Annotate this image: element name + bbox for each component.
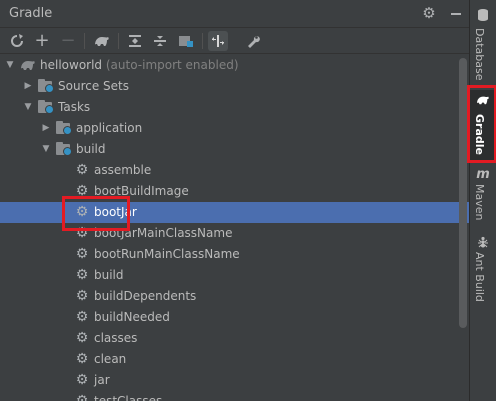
highlight-box-gradle-tab [467, 85, 496, 163]
task-gear-icon: ⚙ [75, 393, 89, 401]
expand-arrow-icon[interactable]: ▼ [40, 139, 52, 160]
project-node-helloworld[interactable]: ▼ helloworld (auto-import enabled) [0, 55, 469, 76]
refresh-icon[interactable] [7, 31, 27, 51]
project-name: helloworld [40, 58, 103, 72]
task-node[interactable]: ⚙ bootRunMainClassName [0, 244, 469, 265]
gradle-toolbar: + − [0, 28, 469, 54]
ant-icon [476, 236, 490, 250]
tool-window-header: Gradle ⚙ [0, 0, 469, 28]
tree-node-label: testClasses [94, 394, 163, 401]
add-icon[interactable]: + [32, 31, 52, 51]
expand-all-icon[interactable] [125, 31, 145, 51]
tree-node-label: assemble [94, 163, 152, 177]
task-node[interactable]: ⚙ buildDependents [0, 286, 469, 307]
task-gear-icon: ⚙ [75, 162, 89, 178]
collapse-all-icon[interactable] [150, 31, 170, 51]
tree-node-label: Source Sets [58, 79, 129, 93]
task-node[interactable]: ⚙ classes [0, 328, 469, 349]
project-label: helloworld (auto-import enabled) [40, 55, 239, 76]
execute-task-icon[interactable] [92, 31, 112, 51]
right-tool-sidebar: Database Gradle m Maven Ant Build [469, 0, 496, 401]
auto-import-note: (auto-import enabled) [105, 58, 239, 72]
gradle-elephant-icon [20, 58, 36, 73]
tool-window-title: Gradle [9, 6, 53, 21]
tree-node-label: application [76, 121, 143, 135]
tab-ant-build[interactable]: Ant Build [470, 234, 496, 304]
task-folder-icon [56, 121, 72, 135]
task-node[interactable]: ⚙ testClasses [0, 391, 469, 401]
task-gear-icon: ⚙ [75, 288, 89, 304]
gear-icon[interactable]: ⚙ [420, 4, 438, 22]
expand-arrow-icon[interactable]: ▼ [4, 55, 16, 76]
toolbar-separator [202, 33, 203, 49]
tree-node-label: jar [94, 373, 110, 387]
database-icon [476, 8, 490, 22]
maven-icon: m [476, 167, 490, 182]
vertical-scrollbar[interactable] [459, 58, 467, 328]
tab-ant-build-label: Ant Build [473, 252, 486, 302]
wrench-icon[interactable] [243, 31, 263, 51]
node-build[interactable]: ▼ build [0, 139, 469, 160]
node-source-sets[interactable]: ▶ Source Sets [0, 76, 469, 97]
tree-node-label: Tasks [58, 100, 91, 114]
tree-node-label: build [94, 268, 124, 282]
tree-node-label: clean [94, 352, 127, 366]
task-gear-icon: ⚙ [75, 330, 89, 346]
tab-database[interactable]: Database [470, 6, 496, 81]
remove-icon[interactable]: − [58, 31, 78, 51]
task-node[interactable]: ⚙ buildNeeded [0, 307, 469, 328]
task-gear-icon: ⚙ [75, 372, 89, 388]
task-folder-icon [56, 142, 72, 156]
task-node[interactable]: ⚙ build [0, 265, 469, 286]
task-gear-icon: ⚙ [75, 267, 89, 283]
toggle-offline-icon[interactable] [208, 31, 228, 51]
tree-node-label: build [76, 142, 106, 156]
tree-node-label: buildNeeded [94, 310, 170, 324]
tree-node-label: buildDependents [94, 289, 197, 303]
tree-node-label: bootRunMainClassName [94, 247, 240, 261]
group-modules-icon[interactable] [176, 31, 196, 51]
tab-maven[interactable]: m Maven [470, 166, 496, 226]
toolbar-separator [84, 33, 85, 49]
task-node[interactable]: ⚙ assemble [0, 160, 469, 181]
node-application[interactable]: ▶ application [0, 118, 469, 139]
tab-maven-label: Maven [473, 184, 486, 221]
hide-icon[interactable] [448, 4, 464, 22]
highlight-box-bootjar [62, 196, 130, 231]
task-gear-icon: ⚙ [75, 351, 89, 367]
tree-node-label: classes [94, 331, 138, 345]
collapse-arrow-icon[interactable]: ▶ [22, 76, 34, 97]
task-gear-icon: ⚙ [75, 246, 89, 262]
task-node[interactable]: ⚙ clean [0, 349, 469, 370]
node-tasks[interactable]: ▼ Tasks [0, 97, 469, 118]
collapse-arrow-icon[interactable]: ▶ [40, 118, 52, 139]
toolbar-separator [118, 33, 119, 49]
task-node[interactable]: ⚙ jar [0, 370, 469, 391]
tab-database-label: Database [473, 28, 486, 81]
task-folder-icon [38, 79, 54, 93]
task-gear-icon: ⚙ [75, 309, 89, 325]
task-folder-icon [38, 100, 54, 114]
expand-arrow-icon[interactable]: ▼ [22, 97, 34, 118]
